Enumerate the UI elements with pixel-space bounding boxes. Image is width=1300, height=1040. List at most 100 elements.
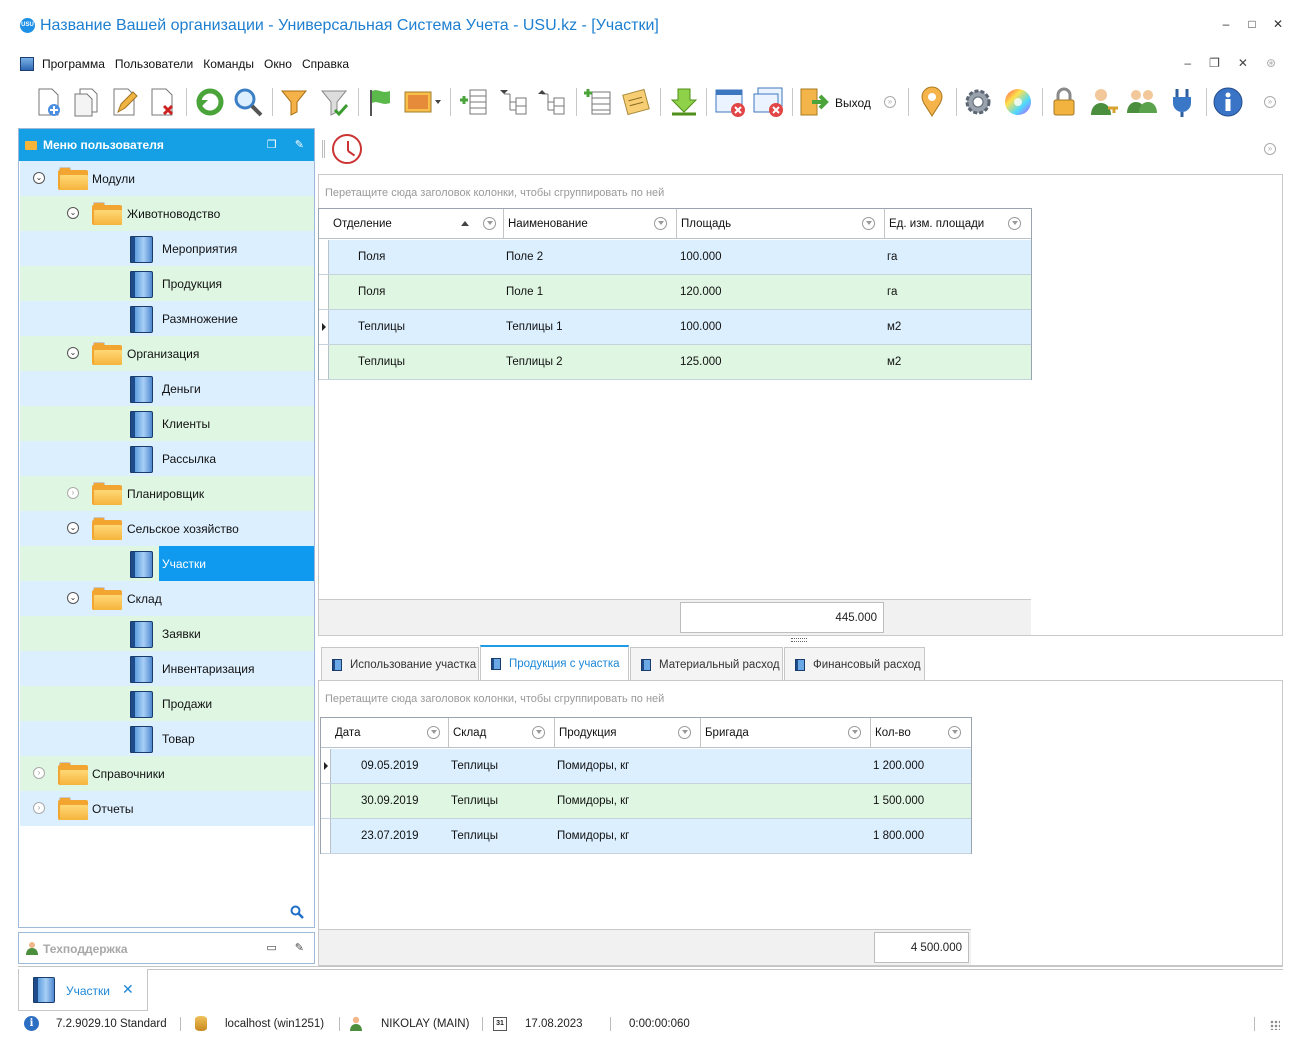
tree-folder[interactable]: ⌄ Склад bbox=[20, 581, 314, 616]
exit-icon[interactable] bbox=[798, 86, 830, 118]
tree-item[interactable]: Товар bbox=[20, 721, 314, 756]
add-record-icon[interactable] bbox=[32, 86, 64, 118]
refresh-icon[interactable] bbox=[194, 86, 226, 118]
lock-icon[interactable] bbox=[1048, 86, 1080, 118]
toolbar-group-collapse-icon[interactable]: » bbox=[884, 96, 896, 108]
tree-folder[interactable]: ⌄ Животноводство bbox=[20, 196, 314, 231]
mdi-close-icon[interactable]: ✕ bbox=[1238, 56, 1248, 70]
menu-help[interactable]: Справка bbox=[302, 57, 349, 71]
maximize-icon[interactable]: □ bbox=[1246, 18, 1258, 30]
mdi-restore-icon[interactable]: ❐ bbox=[1209, 56, 1220, 70]
column-header-product[interactable]: Продукция bbox=[555, 718, 701, 748]
column-header-area-unit[interactable]: Ед. изм. площади bbox=[885, 209, 1031, 239]
menu-window[interactable]: Окно bbox=[264, 57, 292, 71]
collapse-icon[interactable]: ⌄ bbox=[67, 522, 79, 534]
settings-gear-icon[interactable] bbox=[962, 86, 994, 118]
tree-folder[interactable]: › Справочники bbox=[20, 756, 314, 791]
table-row[interactable]: 23.07.2019 Теплицы Помидоры, кг 1 800.000 bbox=[321, 819, 971, 854]
splitter-handle[interactable] bbox=[791, 638, 807, 642]
close-window-icon[interactable] bbox=[714, 86, 746, 118]
notes-icon[interactable] bbox=[620, 86, 652, 118]
download-icon[interactable] bbox=[668, 86, 700, 118]
collapse-icon[interactable]: ⌄ bbox=[67, 347, 79, 359]
search-icon[interactable] bbox=[290, 905, 304, 919]
info-icon[interactable] bbox=[1212, 86, 1244, 118]
location-pin-icon[interactable] bbox=[916, 86, 948, 118]
table-row[interactable]: Теплицы Теплицы 1 100.000 м2 bbox=[319, 310, 1031, 345]
table-row[interactable]: 09.05.2019 Теплицы Помидоры, кг 1 200.000 bbox=[321, 749, 971, 784]
column-header-department[interactable]: Отделение bbox=[329, 209, 504, 239]
collapse-icon[interactable]: ⌄ bbox=[33, 172, 45, 184]
support-minimize-icon[interactable]: ▭ bbox=[266, 941, 276, 954]
filter-icon[interactable] bbox=[948, 726, 961, 739]
tree-item[interactable]: Инвентаризация bbox=[20, 651, 314, 686]
tree-folder[interactable]: ⌄ Сельское хозяйство bbox=[20, 511, 314, 546]
tree-collapse-icon[interactable] bbox=[536, 86, 568, 118]
flag-icon[interactable] bbox=[364, 86, 396, 118]
tree-folder[interactable]: › Отчеты bbox=[20, 791, 314, 826]
tab-plot-products[interactable]: Продукция с участка bbox=[480, 645, 629, 680]
column-header-brigade[interactable]: Бригада bbox=[701, 718, 871, 748]
column-header-quantity[interactable]: Кол-во bbox=[871, 718, 971, 748]
tree-item[interactable]: Заявки bbox=[20, 616, 314, 651]
tree-item[interactable]: Рассылка bbox=[20, 441, 314, 476]
column-header-name[interactable]: Наименование bbox=[504, 209, 677, 239]
filter-icon[interactable] bbox=[678, 726, 691, 739]
clock-icon[interactable] bbox=[332, 134, 362, 164]
table-row[interactable]: 30.09.2019 Теплицы Помидоры, кг 1 500.000 bbox=[321, 784, 971, 819]
pin-icon[interactable]: ✎ bbox=[295, 138, 304, 151]
close-all-windows-icon[interactable] bbox=[752, 86, 784, 118]
plugin-icon[interactable] bbox=[1166, 86, 1198, 118]
tree-folder[interactable]: ⌄ Модули bbox=[20, 161, 314, 196]
copy-record-icon[interactable] bbox=[70, 86, 102, 118]
close-icon[interactable]: ✕ bbox=[1272, 18, 1284, 30]
tree-item[interactable]: Продукция bbox=[20, 266, 314, 301]
support-pin-icon[interactable]: ✎ bbox=[295, 941, 304, 954]
tree-item[interactable]: Клиенты bbox=[20, 406, 314, 441]
tree-item[interactable]: Участки bbox=[20, 546, 314, 581]
expand-icon[interactable]: › bbox=[33, 802, 45, 814]
main-toolbar-collapse-icon[interactable]: » bbox=[1264, 143, 1276, 155]
tree-expand-icon[interactable] bbox=[498, 86, 530, 118]
column-header-area[interactable]: Площадь bbox=[677, 209, 885, 239]
tree-item[interactable]: Мероприятия bbox=[20, 231, 314, 266]
filter-icon[interactable] bbox=[278, 86, 310, 118]
edit-record-icon[interactable] bbox=[108, 86, 140, 118]
user-group-icon[interactable] bbox=[1126, 86, 1158, 118]
expand-icon[interactable]: › bbox=[67, 487, 79, 499]
minimize-icon[interactable]: – bbox=[1220, 18, 1232, 30]
tab-plot-usage[interactable]: Использование участка bbox=[321, 647, 479, 680]
menu-program[interactable]: Программа bbox=[42, 57, 105, 71]
tree-folder[interactable]: › Планировщик bbox=[20, 476, 314, 511]
filter-icon[interactable] bbox=[427, 726, 440, 739]
mdi-minimize-icon[interactable]: – bbox=[1184, 56, 1191, 70]
menu-users[interactable]: Пользователи bbox=[115, 57, 193, 71]
expand-icon[interactable]: › bbox=[33, 767, 45, 779]
filter-icon[interactable] bbox=[532, 726, 545, 739]
close-tab-icon[interactable]: ✕ bbox=[122, 981, 134, 998]
filter-icon[interactable] bbox=[848, 726, 861, 739]
image-dropdown-icon[interactable] bbox=[402, 86, 442, 118]
tree-item[interactable]: Размножение bbox=[20, 301, 314, 336]
collapse-icon[interactable]: ⌄ bbox=[67, 592, 79, 604]
user-key-icon[interactable] bbox=[1088, 86, 1120, 118]
table-row[interactable]: Поля Поле 2 100.000 га bbox=[319, 240, 1031, 275]
table-row[interactable]: Поля Поле 1 120.000 га bbox=[319, 275, 1031, 310]
color-palette-icon[interactable] bbox=[1002, 86, 1034, 118]
tab-material-expense[interactable]: Материальный расход bbox=[630, 647, 783, 680]
document-tab-plots[interactable]: Участки ✕ bbox=[18, 969, 148, 1011]
tree-item[interactable]: Продажи bbox=[20, 686, 314, 721]
resize-grip[interactable] bbox=[1270, 1020, 1280, 1030]
add-column-icon[interactable] bbox=[458, 86, 490, 118]
collapse-icon[interactable]: ⌄ bbox=[67, 207, 79, 219]
tab-financial-expense[interactable]: Финансовый расход bbox=[784, 647, 925, 680]
float-panel-icon[interactable]: ❐ bbox=[267, 138, 277, 151]
filter-icon[interactable] bbox=[483, 217, 496, 230]
table-row[interactable]: Теплицы Теплицы 2 125.000 м2 bbox=[319, 345, 1031, 380]
toolbar-end-collapse-icon[interactable]: » bbox=[1264, 96, 1276, 108]
search-icon[interactable] bbox=[232, 86, 264, 118]
tree-folder[interactable]: ⌄ Организация bbox=[20, 336, 314, 371]
filter-icon[interactable] bbox=[862, 217, 875, 230]
column-header-warehouse[interactable]: Склад bbox=[449, 718, 555, 748]
mdi-collapse-icon[interactable]: ⊛ bbox=[1266, 56, 1276, 70]
